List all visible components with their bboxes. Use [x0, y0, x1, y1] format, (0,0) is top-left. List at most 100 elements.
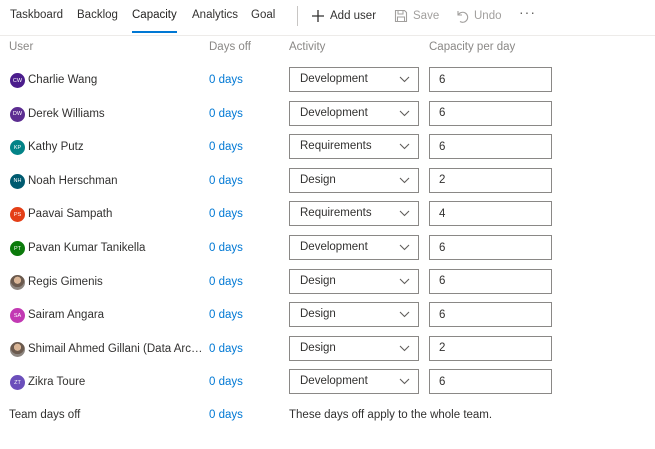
table-row: Shimail Ahmed Gillani (Data Architect) 0 …: [0, 332, 655, 366]
activity-value: Development: [300, 241, 368, 253]
user-name: Derek Williams: [28, 107, 105, 120]
table-row: KP Kathy Putz 0 days Requirements: [0, 130, 655, 164]
days-off-link[interactable]: 0 days: [209, 376, 243, 388]
table-row: ZT Zikra Toure 0 days Development: [0, 365, 655, 399]
avatar-initials: PS: [13, 211, 22, 218]
undo-button[interactable]: Undo: [455, 8, 502, 24]
add-user-label: Add user: [330, 10, 377, 22]
activity-value: Design: [300, 173, 336, 186]
avatar: PT: [10, 241, 25, 256]
avatar: DW: [10, 106, 25, 122]
chevron-down-icon: [399, 379, 410, 385]
activity-value: Development: [300, 375, 368, 388]
column-header-days-off: Days off: [209, 41, 251, 53]
activity-dropdown[interactable]: Design: [289, 268, 419, 294]
chevron-down-icon: [399, 143, 410, 150]
capacity-input[interactable]: [429, 335, 552, 361]
tab-goal[interactable]: Goal: [251, 9, 275, 21]
activity-dropdown[interactable]: Design: [289, 167, 419, 193]
user-name: Pavan Kumar Tanikella: [28, 242, 146, 254]
capacity-input[interactable]: [429, 167, 552, 193]
toolbar-divider: [297, 6, 298, 26]
avatar-initials: KP: [13, 144, 22, 151]
activity-value: Development: [300, 106, 368, 119]
chevron-down-icon: [399, 244, 410, 251]
user-name: Sairam Angara: [28, 309, 105, 322]
activity-dropdown[interactable]: Design: [289, 335, 419, 361]
team-days-off-note: These days off apply to the whole team.: [289, 409, 493, 421]
user-name: Regis Gimenis: [28, 275, 103, 288]
team-days-off-label: Team days off: [9, 409, 81, 421]
avatar: SA: [10, 308, 25, 324]
column-header-capacity: Capacity per day: [429, 41, 516, 53]
more-options-icon[interactable]: ···: [519, 4, 536, 20]
activity-dropdown[interactable]: Requirements: [289, 201, 419, 227]
avatar: [10, 341, 25, 357]
activity-value: Design: [300, 274, 336, 287]
user-name: Kathy Putz: [28, 141, 84, 154]
undo-label: Undo: [474, 10, 502, 22]
user-name: Noah Herschman: [28, 174, 118, 187]
days-off-link[interactable]: 0 days: [209, 74, 243, 86]
avatar-initials: SA: [13, 312, 22, 319]
table-row: Regis Gimenis 0 days Design: [0, 265, 655, 299]
activity-value: Development: [300, 73, 368, 85]
activity-dropdown[interactable]: Development: [289, 67, 419, 92]
days-off-link[interactable]: 0 days: [209, 141, 243, 153]
capacity-input[interactable]: [429, 369, 552, 395]
capacity-input[interactable]: [429, 268, 552, 294]
chevron-down-icon: [399, 110, 410, 116]
avatar: [10, 274, 25, 290]
chevron-down-icon: [399, 76, 410, 83]
capacity-input[interactable]: [429, 100, 552, 126]
capacity-input[interactable]: [429, 67, 552, 92]
user-name: Paavai Sampath: [28, 208, 113, 221]
tab-backlog[interactable]: Backlog: [77, 9, 118, 21]
capacity-input[interactable]: [429, 302, 552, 328]
chevron-down-icon: [399, 177, 410, 184]
avatar-initials: PT: [13, 245, 22, 252]
avatar: NH: [10, 173, 25, 189]
column-header-activity: Activity: [289, 41, 326, 53]
team-days-off-link[interactable]: 0 days: [209, 409, 243, 421]
avatar-initials: ZT: [14, 379, 21, 386]
avatar: CW: [10, 73, 25, 88]
activity-value: Design: [300, 341, 336, 354]
capacity-input[interactable]: [429, 201, 552, 227]
activity-dropdown[interactable]: Development: [289, 100, 419, 126]
avatar-initials: DW: [12, 111, 23, 118]
days-off-link[interactable]: 0 days: [209, 242, 243, 254]
avatar-initials: CW: [12, 77, 23, 84]
capacity-input[interactable]: [429, 235, 552, 260]
user-name: Charlie Wang: [28, 74, 98, 86]
table-row: DW Derek Williams 0 days Development: [0, 97, 655, 131]
add-user-button[interactable]: Add user: [311, 8, 376, 24]
save-icon: [394, 9, 408, 23]
chevron-down-icon: [399, 278, 410, 284]
days-off-link[interactable]: 0 days: [209, 175, 243, 187]
tab-capacity[interactable]: Capacity: [132, 9, 177, 21]
days-off-link[interactable]: 0 days: [209, 343, 243, 355]
activity-value: Design: [300, 308, 336, 321]
table-row: CW Charlie Wang 0 days Development: [0, 63, 655, 97]
activity-dropdown[interactable]: Requirements: [289, 134, 419, 160]
activity-dropdown[interactable]: Development: [289, 369, 419, 395]
activity-dropdown[interactable]: Development: [289, 235, 419, 260]
table-row: NH Noah Herschman 0 days Design: [0, 164, 655, 198]
chevron-down-icon: [399, 211, 410, 217]
days-off-link[interactable]: 0 days: [209, 309, 243, 321]
user-name: Zikra Toure: [28, 376, 86, 389]
toolbar: Taskboard Backlog Capacity Analytics Goa…: [0, 0, 655, 36]
activity-value: Requirements: [300, 207, 372, 220]
tab-analytics[interactable]: Analytics: [192, 9, 238, 21]
plus-icon: [312, 10, 324, 22]
days-off-link[interactable]: 0 days: [209, 276, 243, 288]
avatar: ZT: [10, 375, 25, 391]
undo-icon: [457, 11, 469, 23]
capacity-input[interactable]: [429, 134, 552, 160]
activity-dropdown[interactable]: Design: [289, 302, 419, 328]
save-button[interactable]: Save: [394, 8, 439, 24]
days-off-link[interactable]: 0 days: [209, 108, 243, 120]
days-off-link[interactable]: 0 days: [209, 208, 243, 220]
tab-taskboard[interactable]: Taskboard: [10, 9, 63, 21]
